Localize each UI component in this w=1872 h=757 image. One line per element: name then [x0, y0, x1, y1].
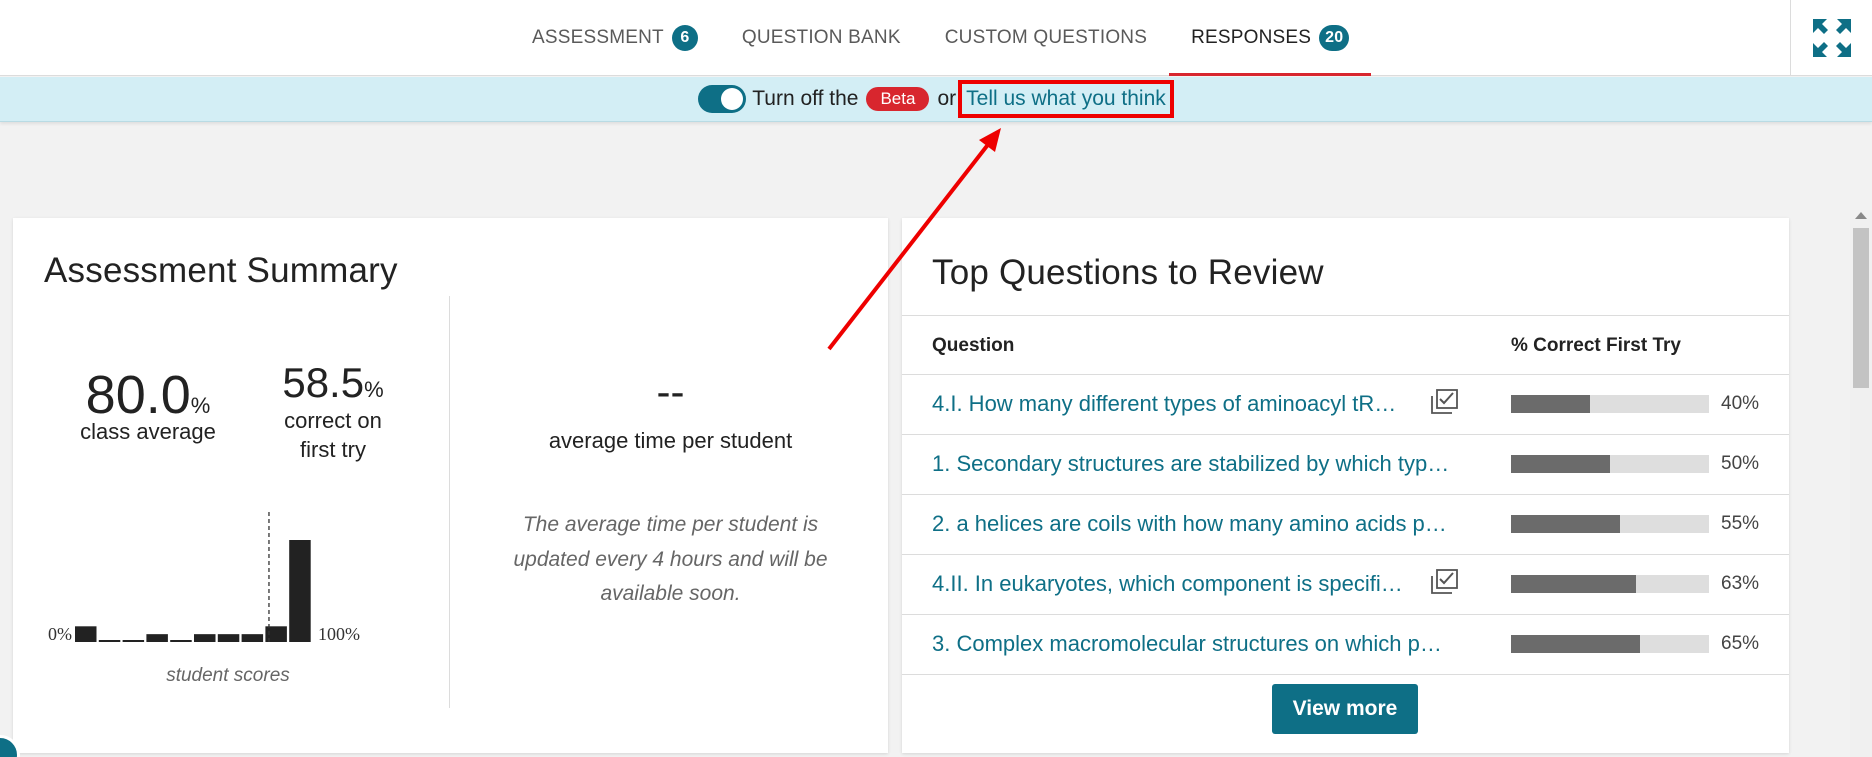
tab-count-badge: 6: [671, 25, 698, 51]
percent-bar-track: [1511, 455, 1709, 473]
banner-prefix-text: Turn off the: [752, 87, 859, 110]
beta-toggle[interactable]: [698, 85, 747, 113]
column-header-question: Question: [932, 335, 1015, 356]
assessment-summary-card: Assessment Summary 80.0% class average 5…: [13, 218, 888, 753]
annotation-arrow-head-icon: [979, 128, 1001, 152]
tab-assessment[interactable]: ASSESSMENT 6: [510, 0, 720, 76]
question-row[interactable]: 3. Complex macromolecular structures on …: [902, 615, 1789, 675]
question-link[interactable]: 2. a helices are coils with how many ami…: [932, 511, 1462, 537]
top-nav: ASSESSMENT 6 QUESTION BANK CUSTOM QUESTI…: [0, 0, 1872, 76]
expand-arrows-icon: [1812, 19, 1851, 57]
percent-bar-track: [1511, 635, 1709, 653]
average-time-value: --: [656, 368, 685, 415]
tab-question-bank[interactable]: QUESTION BANK: [720, 0, 923, 76]
percent-bar-fill: [1511, 575, 1636, 593]
question-link[interactable]: 1. Secondary structures are stabilized b…: [932, 451, 1462, 477]
scroll-thumb[interactable]: [1853, 228, 1869, 388]
review-title: Top Questions to Review: [932, 253, 1324, 292]
percent-bar-fill: [1511, 515, 1620, 533]
tab-responses[interactable]: RESPONSES 20: [1169, 0, 1372, 76]
question-link[interactable]: 4.I. How many different types of aminoac…: [932, 391, 1422, 417]
tab-count-badge: 20: [1319, 25, 1350, 51]
top-questions-card: Top Questions to Review Question % Corre…: [902, 218, 1789, 753]
histogram-bar: [75, 626, 97, 642]
histogram-bar: [98, 640, 121, 642]
question-row[interactable]: 2. a helices are coils with how many ami…: [902, 495, 1789, 555]
percent-label: 55%: [1721, 513, 1760, 534]
page-scrollbar[interactable]: [1850, 210, 1872, 757]
question-link[interactable]: 4.II. In eukaryotes, which component is …: [932, 571, 1422, 597]
percent-bar-track: [1511, 395, 1709, 413]
view-more-button[interactable]: View more: [1272, 684, 1418, 734]
histogram-max-label: 100%: [318, 624, 360, 644]
histogram-bar: [170, 640, 192, 642]
histogram-caption: student scores: [166, 665, 290, 686]
percent-bar-fill: [1511, 635, 1640, 653]
toggle-knob: [721, 88, 744, 110]
beta-badge: Beta: [866, 87, 930, 111]
review-table-header: Question % Correct First Try: [902, 315, 1789, 375]
histogram-bar: [217, 634, 240, 642]
histogram-min-label: 0%: [48, 624, 72, 644]
scroll-up-arrow-icon[interactable]: [1855, 212, 1867, 219]
percent-label: 40%: [1721, 393, 1760, 414]
question-row[interactable]: 4.I. How many different types of aminoac…: [902, 375, 1789, 435]
histogram-bar: [122, 640, 145, 642]
average-time-label: average time per student: [548, 428, 793, 453]
question-row[interactable]: 1. Secondary structures are stabilized b…: [902, 435, 1789, 495]
histogram-bar: [241, 634, 264, 642]
feedback-link[interactable]: Tell us what you think: [958, 80, 1174, 118]
summary-divider: [449, 296, 450, 708]
percent-bar-track: [1511, 575, 1709, 593]
beta-banner: Turn off the Beta or Tell us what you th…: [0, 77, 1872, 122]
multi-part-question-icon: [1430, 568, 1460, 601]
expand-button[interactable]: [1790, 0, 1872, 76]
percent-bar-fill: [1511, 395, 1591, 413]
multi-part-question-icon: [1430, 388, 1460, 421]
percent-label: 63%: [1721, 573, 1760, 594]
tab-bar: ASSESSMENT 6 QUESTION BANK CUSTOM QUESTI…: [510, 0, 1372, 76]
histogram-bar: [146, 634, 168, 642]
histogram-bar: [289, 540, 311, 642]
banner-or-text: or: [937, 87, 957, 110]
average-time-note: The average time per student is updated …: [513, 513, 828, 606]
tab-label: QUESTION BANK: [741, 27, 901, 48]
tab-label: ASSESSMENT: [532, 27, 664, 48]
tab-custom-questions[interactable]: CUSTOM QUESTIONS: [923, 0, 1169, 76]
percent-label: 65%: [1721, 633, 1760, 654]
column-header-percent: % Correct First Try: [1511, 335, 1681, 356]
percent-bar-fill: [1511, 455, 1610, 473]
histogram-bar: [194, 634, 216, 642]
tab-label: CUSTOM QUESTIONS: [944, 27, 1148, 48]
percent-label: 50%: [1721, 453, 1760, 474]
question-row[interactable]: 4.II. In eukaryotes, which component is …: [902, 555, 1789, 615]
percent-bar-track: [1511, 515, 1709, 533]
tab-label: RESPONSES: [1191, 27, 1312, 48]
question-link[interactable]: 3. Complex macromolecular structures on …: [932, 631, 1462, 657]
